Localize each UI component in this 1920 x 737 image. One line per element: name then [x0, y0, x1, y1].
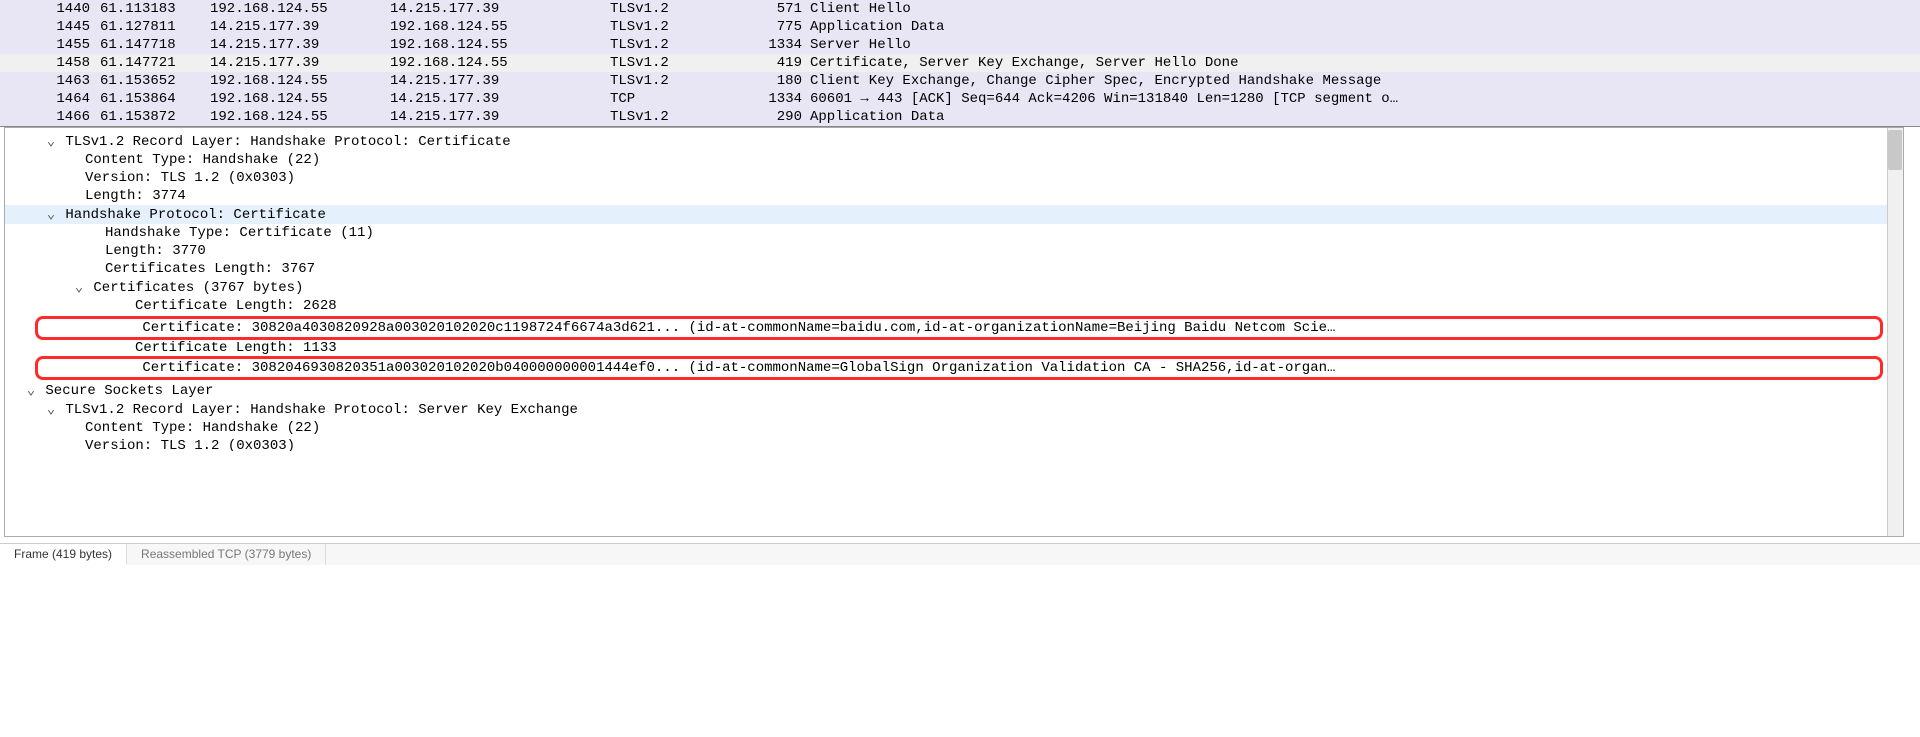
text-ssl: Secure Sockets Layer [45, 383, 213, 399]
col-time: 61.147721 [100, 55, 210, 71]
col-no: 1464 [30, 91, 100, 107]
packet-row[interactable]: 146461.153864192.168.124.5514.215.177.39… [0, 90, 1920, 108]
col-source: 192.168.124.55 [210, 91, 390, 107]
tree-handshake-type[interactable]: Handshake Type: Certificate (11) [5, 224, 1903, 242]
col-source: 192.168.124.55 [210, 1, 390, 17]
tree-version-2[interactable]: Version: TLS 1.2 (0x0303) [5, 437, 1903, 451]
col-info: Server Hello [810, 37, 1920, 53]
packet-row[interactable]: 144061.113183192.168.124.5514.215.177.39… [0, 0, 1920, 18]
col-info: Application Data [810, 19, 1920, 35]
col-protocol: TLSv1.2 [610, 37, 750, 53]
scrollbar-thumb[interactable] [1888, 130, 1902, 170]
col-protocol: TLSv1.2 [610, 109, 750, 125]
col-time: 61.113183 [100, 1, 210, 17]
tree-cert1-length[interactable]: Certificate Length: 2628 [5, 297, 1903, 315]
col-destination: 192.168.124.55 [390, 19, 610, 35]
col-protocol: TLSv1.2 [610, 55, 750, 71]
col-source: 14.215.177.39 [210, 55, 390, 71]
highlight-box-cert1: › Certificate: 30820a4030820928a00302010… [35, 316, 1883, 340]
col-time: 61.127811 [100, 19, 210, 35]
text-cert2: Certificate: 3082046930820351a0030201020… [142, 360, 1335, 376]
col-destination: 192.168.124.55 [390, 55, 610, 71]
text-certs-node: Certificates (3767 bytes) [93, 280, 303, 296]
col-destination: 192.168.124.55 [390, 37, 610, 53]
tree-version[interactable]: Version: TLS 1.2 (0x0303) [5, 169, 1903, 187]
caret-open-icon[interactable]: ⌄ [45, 206, 57, 223]
tree-handshake-protocol[interactable]: ⌄ Handshake Protocol: Certificate [4, 205, 1903, 224]
col-info: Client Hello [810, 1, 1920, 17]
col-source: 14.215.177.39 [210, 37, 390, 53]
packet-list[interactable]: 144061.113183192.168.124.5514.215.177.39… [0, 0, 1920, 127]
col-info: 60601 → 443 [ACK] Seq=644 Ack=4206 Win=1… [810, 91, 1920, 107]
col-no: 1440 [30, 1, 100, 17]
text-handshake-proto: Handshake Protocol: Certificate [65, 207, 325, 223]
tree-ssl[interactable]: ⌄ Secure Sockets Layer [5, 381, 1903, 400]
col-no: 1463 [30, 73, 100, 89]
tree-cert2[interactable]: › Certificate: 3082046930820351a00302010… [138, 359, 1880, 377]
col-info: Client Key Exchange, Change Cipher Spec,… [810, 73, 1920, 89]
col-time: 61.153652 [100, 73, 210, 89]
col-destination: 14.215.177.39 [390, 91, 610, 107]
col-length: 1334 [750, 37, 810, 53]
col-protocol: TLSv1.2 [610, 1, 750, 17]
bytes-pane-tabs: Frame (419 bytes) Reassembled TCP (3779 … [0, 543, 1920, 565]
caret-open-icon[interactable]: ⌄ [45, 133, 57, 150]
scrollbar-track[interactable] [1887, 128, 1903, 536]
tree-content-type-2[interactable]: Content Type: Handshake (22) [5, 419, 1903, 437]
col-info: Application Data [810, 109, 1920, 125]
tree-content-type[interactable]: Content Type: Handshake (22) [5, 151, 1903, 169]
col-time: 61.153864 [100, 91, 210, 107]
tree-tls-record-layer-2[interactable]: ⌄ TLSv1.2 Record Layer: Handshake Protoc… [5, 400, 1903, 419]
tree-cert2-length[interactable]: Certificate Length: 1133 [5, 339, 1903, 357]
packet-row[interactable]: 146661.153872192.168.124.5514.215.177.39… [0, 108, 1920, 126]
packet-details-pane[interactable]: ⌄ TLSv1.2 Record Layer: Handshake Protoc… [4, 127, 1904, 537]
packet-row[interactable]: 145561.14771814.215.177.39192.168.124.55… [0, 36, 1920, 54]
tree-hs-length[interactable]: Length: 3770 [5, 242, 1903, 260]
col-no: 1458 [30, 55, 100, 71]
col-destination: 14.215.177.39 [390, 1, 610, 17]
highlight-box-cert2: › Certificate: 3082046930820351a00302010… [35, 356, 1883, 380]
col-time: 61.153872 [100, 109, 210, 125]
caret-open-icon[interactable]: ⌄ [73, 279, 85, 296]
tree-certificates[interactable]: ⌄ Certificates (3767 bytes) [4, 278, 1903, 297]
text-cert1: Certificate: 30820a4030820928a0030201020… [142, 320, 1335, 336]
tab-frame[interactable]: Frame (419 bytes) [0, 544, 127, 565]
col-destination: 14.215.177.39 [390, 109, 610, 125]
col-length: 1334 [750, 91, 810, 107]
caret-open-icon[interactable]: ⌄ [45, 401, 57, 418]
col-info: Certificate, Server Key Exchange, Server… [810, 55, 1920, 71]
col-source: 192.168.124.55 [210, 109, 390, 125]
text-record-layer: TLSv1.2 Record Layer: Handshake Protocol… [65, 134, 510, 150]
col-source: 192.168.124.55 [210, 73, 390, 89]
packet-row[interactable]: 146361.153652192.168.124.5514.215.177.39… [0, 72, 1920, 90]
packet-row[interactable]: 145861.14772114.215.177.39192.168.124.55… [0, 54, 1920, 72]
col-no: 1445 [30, 19, 100, 35]
col-destination: 14.215.177.39 [390, 73, 610, 89]
col-length: 419 [750, 55, 810, 71]
text-record-layer2: TLSv1.2 Record Layer: Handshake Protocol… [65, 402, 577, 418]
col-source: 14.215.177.39 [210, 19, 390, 35]
col-protocol: TLSv1.2 [610, 19, 750, 35]
col-length: 180 [750, 73, 810, 89]
tab-reassembled-tcp[interactable]: Reassembled TCP (3779 bytes) [127, 544, 326, 565]
col-no: 1455 [30, 37, 100, 53]
col-protocol: TLSv1.2 [610, 73, 750, 89]
col-time: 61.147718 [100, 37, 210, 53]
col-length: 775 [750, 19, 810, 35]
tree-certs-length[interactable]: Certificates Length: 3767 [5, 260, 1903, 278]
col-no: 1466 [30, 109, 100, 125]
tree-tls-record-layer[interactable]: ⌄ TLSv1.2 Record Layer: Handshake Protoc… [5, 132, 1903, 151]
col-length: 290 [750, 109, 810, 125]
col-protocol: TCP [610, 91, 750, 107]
caret-open-icon[interactable]: ⌄ [25, 382, 37, 399]
tree-length[interactable]: Length: 3774 [5, 187, 1903, 205]
tree-cert1[interactable]: › Certificate: 30820a4030820928a00302010… [138, 319, 1880, 337]
col-length: 571 [750, 1, 810, 17]
packet-row[interactable]: 144561.12781114.215.177.39192.168.124.55… [0, 18, 1920, 36]
